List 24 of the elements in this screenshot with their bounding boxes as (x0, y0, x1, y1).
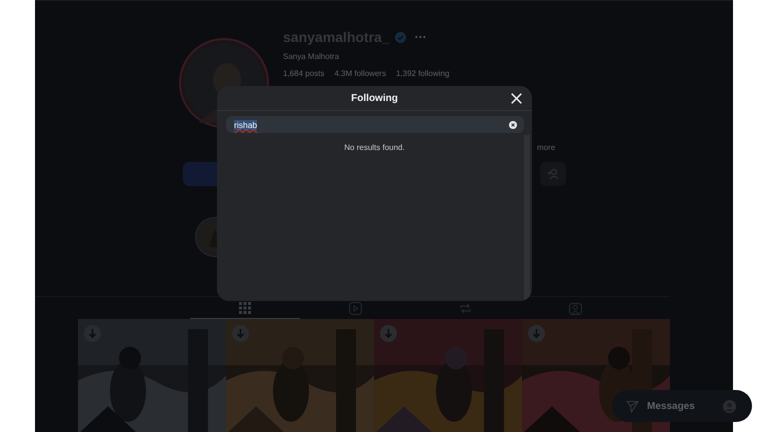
download-icon[interactable] (84, 325, 101, 342)
options-button[interactable]: ··· (414, 30, 427, 44)
avatar-icon (722, 400, 736, 412)
messages-bar[interactable]: Messages (612, 390, 752, 422)
more-link[interactable]: more (537, 143, 556, 152)
download-icon[interactable] (528, 325, 545, 342)
search-field[interactable]: rishab (226, 116, 524, 133)
messages-label: Messages (647, 400, 695, 412)
display-name: Sanya Malhotra (283, 52, 340, 61)
repost-icon (458, 302, 472, 314)
send-icon (626, 400, 639, 412)
close-icon[interactable] (511, 93, 522, 104)
add-person-icon (547, 168, 559, 180)
tagged-person-icon (568, 302, 582, 314)
suggested-button[interactable] (540, 162, 566, 186)
download-icon[interactable] (232, 325, 249, 342)
profile-stat[interactable]: 1,392 following (396, 69, 450, 78)
profile-stat[interactable]: 1,684 posts (283, 69, 324, 78)
clear-icon[interactable] (509, 120, 517, 128)
profile-stat[interactable]: 4.3M followers (334, 69, 386, 78)
dialog-title: Following (351, 92, 398, 104)
grid-icon (239, 302, 251, 314)
empty-message: No results found. (344, 143, 405, 154)
download-icon[interactable] (380, 325, 397, 342)
